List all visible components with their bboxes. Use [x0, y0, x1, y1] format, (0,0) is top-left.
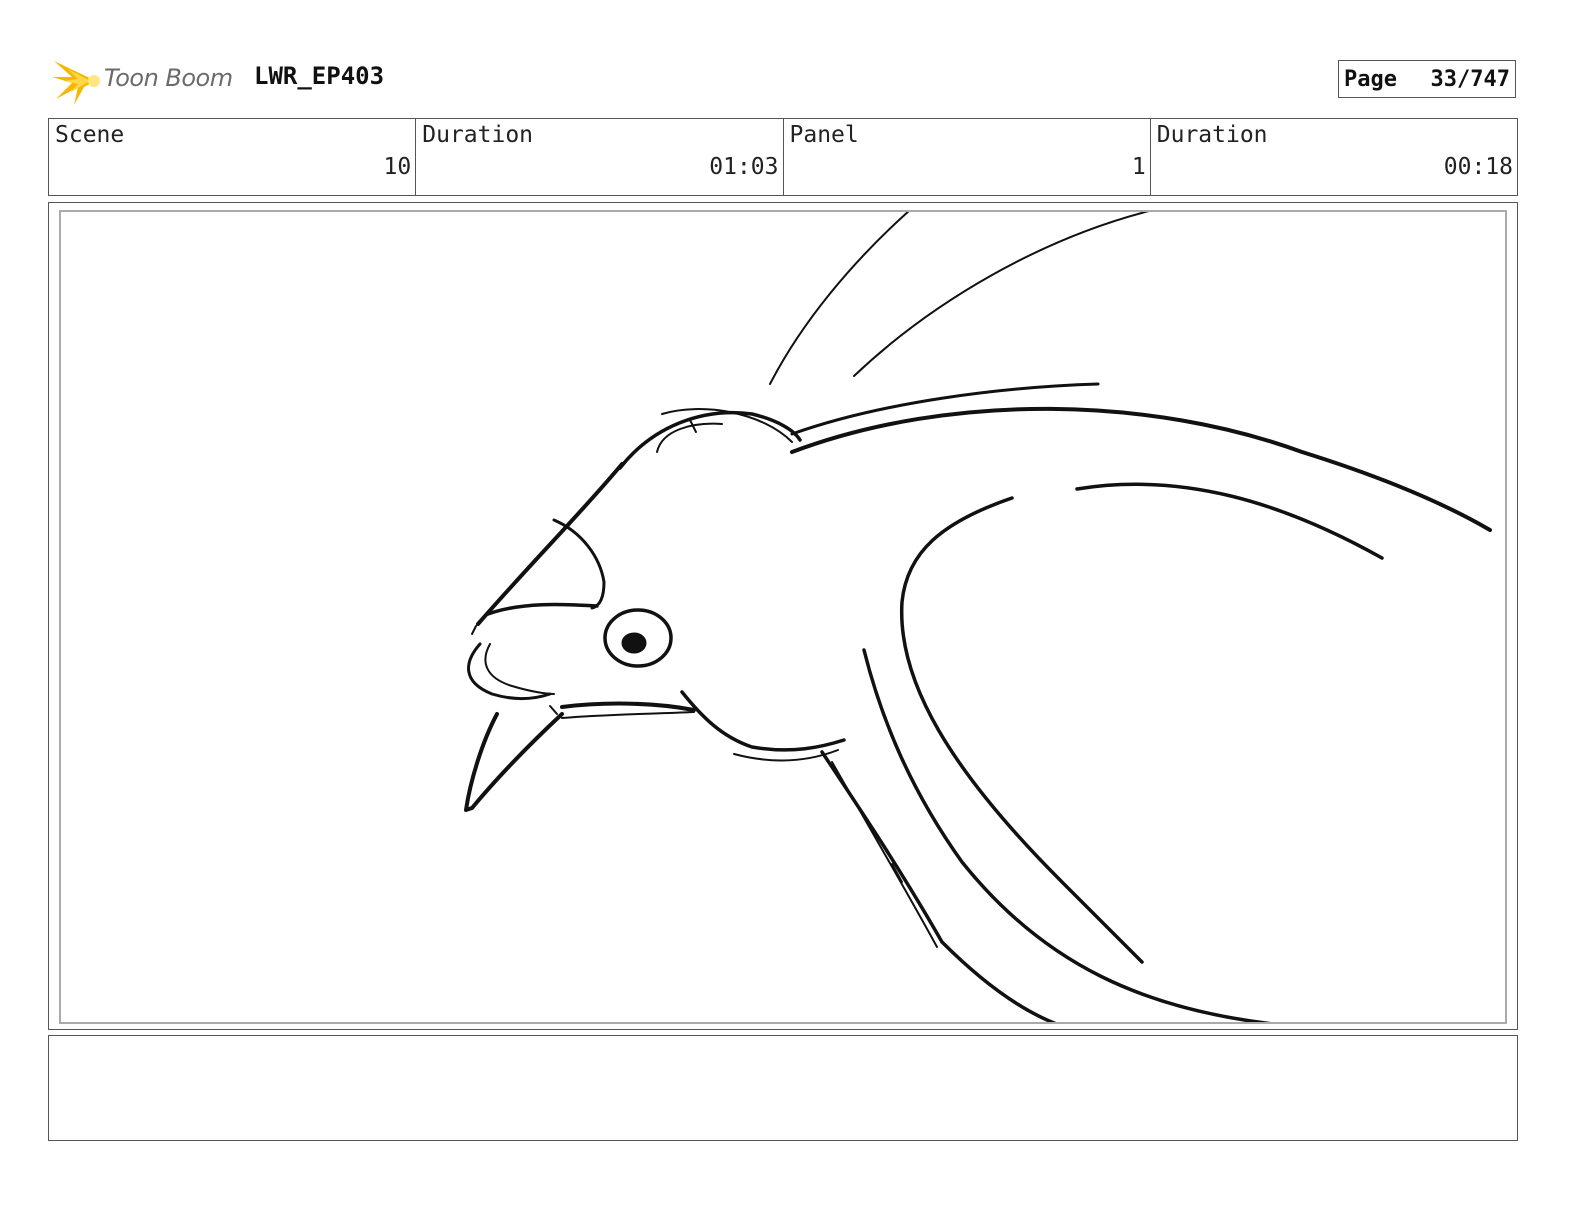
panel-duration-value: 00:18 [1443, 154, 1513, 180]
scene-duration-label: Duration [422, 122, 534, 148]
scene-cell: Scene 10 [49, 119, 417, 195]
panel-label: Panel [789, 122, 859, 148]
scene-duration-value: 01:03 [709, 154, 779, 180]
scene-info-table: Scene 10 Duration 01:03 Panel 1 Duration… [48, 118, 1518, 196]
page-indicator: Page 33/747 [1338, 60, 1516, 98]
logo-text: Toon Boom [104, 64, 233, 92]
panel-frame [59, 210, 1507, 1024]
project-title: LWR_EP403 [254, 62, 385, 90]
page-label: Page [1344, 66, 1397, 92]
panel-duration-label: Duration [1156, 122, 1268, 148]
panel-cell: Panel 1 [784, 119, 1151, 195]
bird-sketch [464, 212, 1492, 1022]
toon-boom-logo: Toon Boom [50, 55, 240, 107]
scene-label: Scene [55, 122, 125, 148]
notes-box [48, 1035, 1518, 1141]
storyboard-panel [48, 202, 1518, 1030]
scene-value: 10 [383, 154, 412, 180]
panel-duration-cell: Duration 00:18 [1151, 119, 1517, 195]
starburst-icon [52, 61, 100, 105]
scene-duration-cell: Duration 01:03 [416, 119, 784, 195]
panel-value: 1 [1131, 154, 1146, 180]
page-number: 33/747 [1430, 66, 1510, 92]
